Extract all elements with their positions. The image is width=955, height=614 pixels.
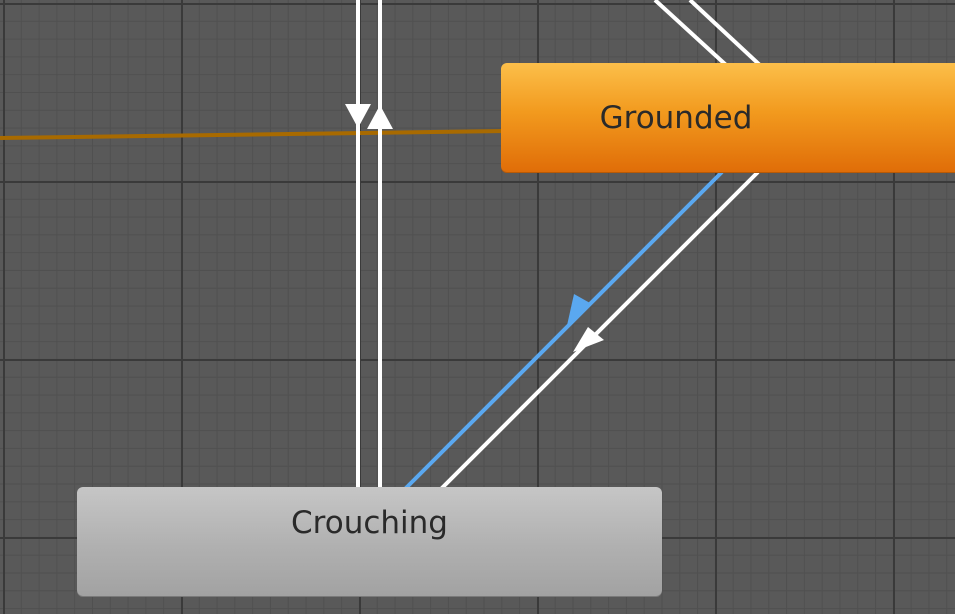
transition-arrow-grounded-to-crouching — [566, 294, 590, 330]
state-node-grounded[interactable]: Grounded — [501, 63, 955, 172]
transition-grounded-to-crouching[interactable] — [402, 170, 724, 492]
state-label-grounded: Grounded — [599, 99, 753, 136]
transition-crouching-to-grounded[interactable] — [438, 170, 760, 492]
transition-arrow-down — [345, 104, 371, 128]
animator-graph-canvas[interactable]: Grounded Crouching — [0, 0, 955, 614]
state-label-crouching: Crouching — [291, 504, 448, 541]
transition-arrow-up — [367, 105, 393, 129]
transition-line-top-right-b[interactable] — [688, 0, 764, 69]
state-node-crouching[interactable]: Crouching — [77, 487, 662, 596]
transition-line-top-right-a[interactable] — [653, 0, 728, 67]
entry-transition-line — [0, 129, 506, 140]
